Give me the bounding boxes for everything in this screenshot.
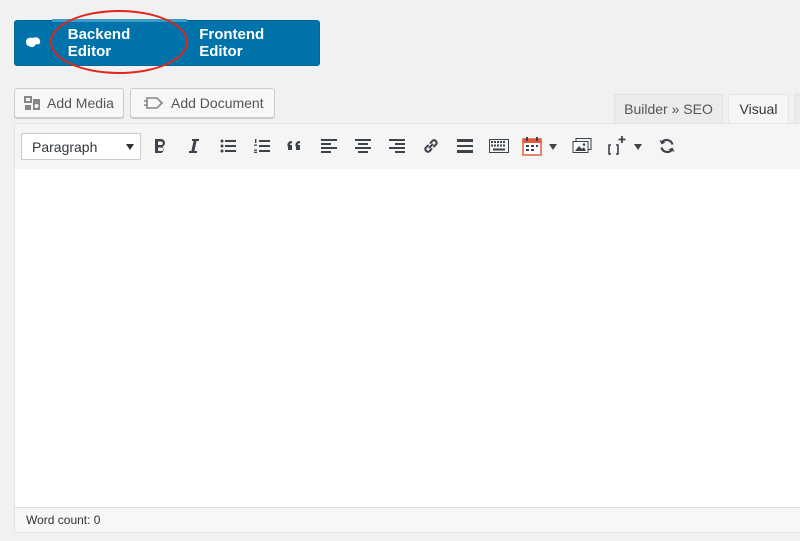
tab-builder-seo[interactable]: Builder » SEO [614, 94, 723, 123]
calendar-icon[interactable] [521, 135, 543, 157]
tab-text[interactable] [794, 94, 800, 123]
italic-icon[interactable] [183, 135, 205, 157]
align-right-icon[interactable] [386, 135, 408, 157]
editor: Paragraph Word count: 0 [14, 123, 800, 533]
bold-icon[interactable] [149, 135, 171, 157]
chevron-down-icon[interactable] [634, 144, 642, 150]
tab-visual[interactable]: Visual [728, 94, 789, 123]
word-count: Word count: 0 [26, 513, 101, 527]
add-document-button[interactable]: Add Document [130, 88, 275, 118]
numbered-list-icon[interactable] [251, 135, 273, 157]
format-select-value: Paragraph [32, 138, 98, 155]
format-select[interactable]: Paragraph [21, 133, 141, 160]
toolbar-toggle-icon[interactable] [488, 135, 510, 157]
chevron-down-icon[interactable] [549, 144, 557, 150]
builder-switch: Backend Editor Frontend Editor [14, 19, 320, 66]
link-icon[interactable] [420, 135, 442, 157]
editor-toolbar: Paragraph [15, 124, 800, 170]
gallery-icon[interactable] [571, 135, 593, 157]
read-more-icon[interactable] [454, 135, 476, 157]
backend-editor-button[interactable]: Backend Editor [51, 19, 188, 65]
frontend-editor-button[interactable]: Frontend Editor [187, 21, 319, 65]
editor-content-area[interactable] [15, 169, 800, 508]
refresh-icon[interactable] [656, 135, 678, 157]
shortcode-icon[interactable] [605, 135, 629, 157]
align-center-icon[interactable] [352, 135, 374, 157]
add-document-label: Add Document [171, 95, 264, 111]
document-icon [144, 97, 164, 109]
blockquote-icon[interactable] [284, 135, 306, 157]
add-media-label: Add Media [47, 95, 114, 111]
chevron-down-icon [126, 144, 134, 150]
editor-statusbar: Word count: 0 [15, 507, 800, 532]
media-icon [24, 96, 40, 110]
builder-logo-icon[interactable] [15, 21, 52, 65]
add-media-button[interactable]: Add Media [14, 88, 124, 118]
align-left-icon[interactable] [318, 135, 340, 157]
bullet-list-icon[interactable] [217, 135, 239, 157]
